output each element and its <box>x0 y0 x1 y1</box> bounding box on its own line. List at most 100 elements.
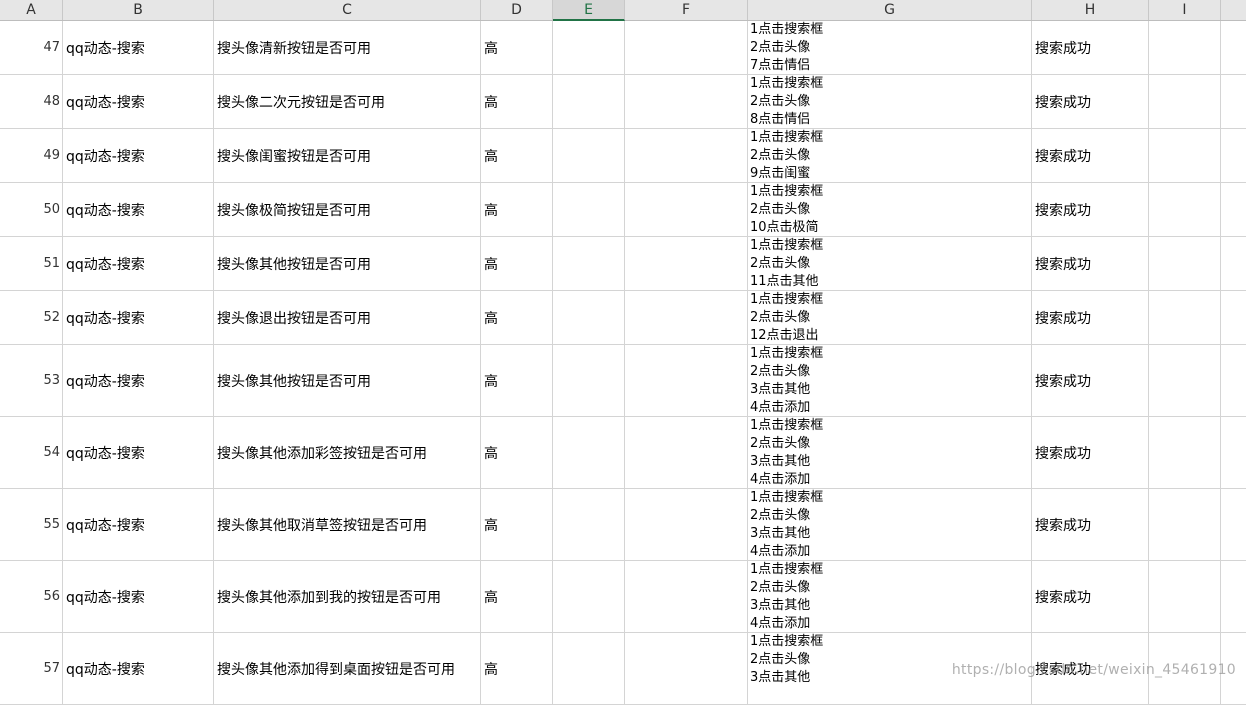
cell-empty-f[interactable] <box>625 345 748 417</box>
cell-module[interactable]: qq动态-搜索 <box>63 561 214 633</box>
cell-empty-i[interactable] <box>1149 21 1221 75</box>
cell-id[interactable]: 51 <box>0 237 63 291</box>
cell-module[interactable]: qq动态-搜索 <box>63 183 214 237</box>
cell-result[interactable]: 搜索成功 <box>1032 345 1149 417</box>
cell-empty-e[interactable] <box>553 75 625 129</box>
cell-result[interactable]: 搜索成功 <box>1032 489 1149 561</box>
cell-title[interactable]: 搜头像退出按钮是否可用 <box>214 291 481 345</box>
cell-id[interactable]: 52 <box>0 291 63 345</box>
cell-empty-e[interactable] <box>553 183 625 237</box>
cell-steps[interactable]: 1点击搜索框 2点击头像 3点击其他 4点击添加 <box>748 345 1032 417</box>
cell-steps[interactable]: 1点击搜索框 2点击头像 9点击闺蜜 <box>748 129 1032 183</box>
cell-empty-e[interactable] <box>553 21 625 75</box>
cell-empty-f[interactable] <box>625 183 748 237</box>
cell-priority[interactable]: 高 <box>481 489 553 561</box>
cell-title[interactable]: 搜头像其他按钮是否可用 <box>214 345 481 417</box>
cell-title[interactable]: 搜头像其他添加彩签按钮是否可用 <box>214 417 481 489</box>
cell-empty-f[interactable] <box>625 417 748 489</box>
cell-empty-f[interactable] <box>625 561 748 633</box>
column-header-b[interactable]: B <box>63 0 214 20</box>
cell-steps[interactable]: 1点击搜索框 2点击头像 10点击极简 <box>748 183 1032 237</box>
cell-empty-e[interactable] <box>553 129 625 183</box>
cell-steps[interactable]: 1点击搜索框 2点击头像 7点击情侣 <box>748 21 1032 75</box>
cell-result[interactable]: 搜索成功 <box>1032 21 1149 75</box>
cell-priority[interactable]: 高 <box>481 291 553 345</box>
cell-priority[interactable]: 高 <box>481 417 553 489</box>
cell-priority[interactable]: 高 <box>481 345 553 417</box>
cell-id[interactable]: 47 <box>0 21 63 75</box>
cell-empty-f[interactable] <box>625 129 748 183</box>
cell-priority[interactable]: 高 <box>481 21 553 75</box>
cell-module[interactable]: qq动态-搜索 <box>63 75 214 129</box>
cell-priority[interactable]: 高 <box>481 129 553 183</box>
cell-empty-f[interactable] <box>625 21 748 75</box>
cell-id[interactable]: 54 <box>0 417 63 489</box>
cell-id[interactable]: 53 <box>0 345 63 417</box>
cell-module[interactable]: qq动态-搜索 <box>63 129 214 183</box>
cell-empty-e[interactable] <box>553 291 625 345</box>
cell-empty-e[interactable] <box>553 345 625 417</box>
cell-result[interactable]: 搜索成功 <box>1032 561 1149 633</box>
cell-empty-f[interactable] <box>625 291 748 345</box>
cell-result[interactable]: 搜索成功 <box>1032 291 1149 345</box>
cell-title[interactable]: 搜头像清新按钮是否可用 <box>214 21 481 75</box>
cell-steps[interactable]: 1点击搜索框 2点击头像 11点击其他 <box>748 237 1032 291</box>
cell-id[interactable]: 55 <box>0 489 63 561</box>
cell-title[interactable]: 搜头像其他按钮是否可用 <box>214 237 481 291</box>
cell-id[interactable]: 56 <box>0 561 63 633</box>
cell-title[interactable]: 搜头像二次元按钮是否可用 <box>214 75 481 129</box>
cell-module[interactable]: qq动态-搜索 <box>63 345 214 417</box>
column-header-h[interactable]: H <box>1032 0 1149 20</box>
cell-steps[interactable]: 1点击搜索框 2点击头像 12点击退出 <box>748 291 1032 345</box>
cell-id[interactable]: 57 <box>0 633 63 705</box>
cell-title[interactable]: 搜头像闺蜜按钮是否可用 <box>214 129 481 183</box>
cell-steps[interactable]: 1点击搜索框 2点击头像 3点击其他 4点击添加 <box>748 489 1032 561</box>
cell-steps[interactable]: 1点击搜索框 2点击头像 8点击情侣 <box>748 75 1032 129</box>
cell-module[interactable]: qq动态-搜索 <box>63 21 214 75</box>
cell-empty-i[interactable] <box>1149 345 1221 417</box>
column-header-e[interactable]: E <box>553 0 625 21</box>
cell-result[interactable]: 搜索成功 <box>1032 183 1149 237</box>
cell-priority[interactable]: 高 <box>481 75 553 129</box>
cell-empty-i[interactable] <box>1149 489 1221 561</box>
cell-empty-e[interactable] <box>553 489 625 561</box>
cell-empty-e[interactable] <box>553 633 625 705</box>
column-header-a[interactable]: A <box>0 0 63 20</box>
cell-empty-i[interactable] <box>1149 561 1221 633</box>
column-header-f[interactable]: F <box>625 0 748 20</box>
cell-priority[interactable]: 高 <box>481 633 553 705</box>
cell-empty-f[interactable] <box>625 633 748 705</box>
cell-module[interactable]: qq动态-搜索 <box>63 291 214 345</box>
cell-module[interactable]: qq动态-搜索 <box>63 489 214 561</box>
cell-empty-i[interactable] <box>1149 417 1221 489</box>
cell-empty-i[interactable] <box>1149 291 1221 345</box>
column-header-d[interactable]: D <box>481 0 553 20</box>
column-header-i[interactable]: I <box>1149 0 1221 20</box>
cell-empty-e[interactable] <box>553 237 625 291</box>
cell-empty-i[interactable] <box>1149 75 1221 129</box>
column-header-g[interactable]: G <box>748 0 1032 20</box>
cell-steps[interactable]: 1点击搜索框 2点击头像 3点击其他 4点击添加 <box>748 561 1032 633</box>
cell-title[interactable]: 搜头像其他取消草签按钮是否可用 <box>214 489 481 561</box>
cell-empty-i[interactable] <box>1149 183 1221 237</box>
cell-id[interactable]: 48 <box>0 75 63 129</box>
column-header-c[interactable]: C <box>214 0 481 20</box>
cell-priority[interactable]: 高 <box>481 183 553 237</box>
cell-empty-e[interactable] <box>553 417 625 489</box>
cell-module[interactable]: qq动态-搜索 <box>63 633 214 705</box>
cell-empty-f[interactable] <box>625 489 748 561</box>
cell-empty-i[interactable] <box>1149 237 1221 291</box>
cell-result[interactable]: 搜索成功 <box>1032 237 1149 291</box>
cell-module[interactable]: qq动态-搜索 <box>63 237 214 291</box>
cell-title[interactable]: 搜头像其他添加到我的按钮是否可用 <box>214 561 481 633</box>
cell-empty-e[interactable] <box>553 561 625 633</box>
cell-steps[interactable]: 1点击搜索框 2点击头像 3点击其他 4点击添加 <box>748 417 1032 489</box>
cell-priority[interactable]: 高 <box>481 561 553 633</box>
cell-result[interactable]: 搜索成功 <box>1032 417 1149 489</box>
cell-module[interactable]: qq动态-搜索 <box>63 417 214 489</box>
cell-priority[interactable]: 高 <box>481 237 553 291</box>
cell-title[interactable]: 搜头像极简按钮是否可用 <box>214 183 481 237</box>
cell-result[interactable]: 搜索成功 <box>1032 75 1149 129</box>
cell-title[interactable]: 搜头像其他添加得到桌面按钮是否可用 <box>214 633 481 705</box>
cell-empty-i[interactable] <box>1149 129 1221 183</box>
